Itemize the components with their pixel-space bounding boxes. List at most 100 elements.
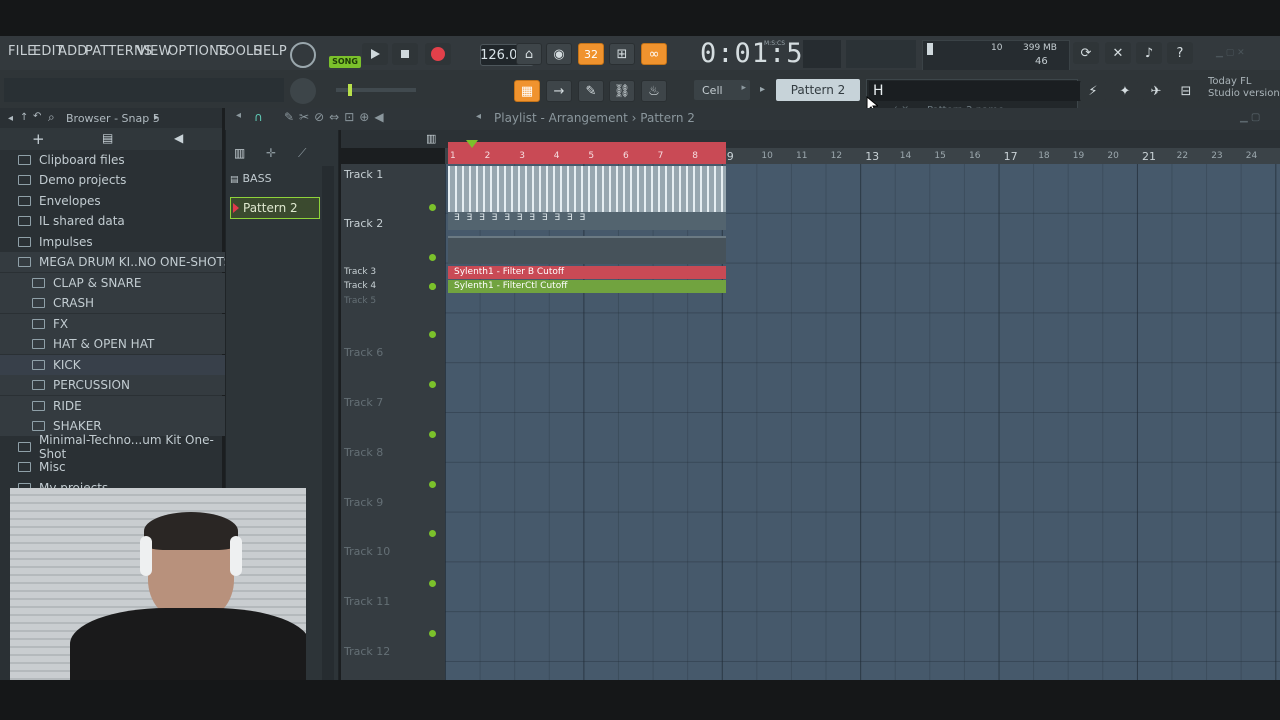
view-playlist-button[interactable]: ▦ [514, 80, 540, 102]
browser-item-minimal-techno[interactable]: Minimal-Techno...um Kit One-Shot [0, 433, 240, 461]
pattern-prev-icon[interactable]: ▸ [760, 80, 774, 100]
track-name[interactable]: Track 9 [344, 496, 383, 509]
picker-icon[interactable]: ▥ [234, 146, 245, 160]
plugin-picker-button[interactable]: ✕ [1105, 42, 1131, 64]
track-mute-led-icon[interactable] [429, 381, 436, 388]
view-mixer-button[interactable]: ⛓ [609, 80, 635, 102]
menu-view[interactable]: VIEW [137, 44, 172, 59]
master-volume-knob-icon[interactable] [290, 42, 316, 68]
song-mode-toggle[interactable]: SONG [329, 42, 361, 68]
shop-button[interactable]: ⊟ [1173, 80, 1199, 102]
track-name[interactable]: Track 2 [344, 217, 383, 230]
track-mute-led-icon[interactable] [429, 481, 436, 488]
slider-handle[interactable] [348, 84, 352, 96]
record-button[interactable] [425, 43, 451, 65]
playlist-arrow-icon[interactable]: ◂ [476, 111, 481, 122]
track-mute-led-icon[interactable] [429, 530, 436, 537]
file-icon[interactable]: ▤ [102, 131, 113, 145]
browser-item-envelopes[interactable]: Envelopes [0, 191, 240, 211]
track-name[interactable]: Track 4 [344, 281, 376, 291]
tools-button[interactable]: ✦ [1112, 80, 1138, 102]
arrow-up-icon[interactable]: ↑ [20, 112, 28, 123]
browser-item-hat-open-hat[interactable]: HAT & OPEN HAT [0, 334, 254, 354]
master-pitch-knob-icon[interactable] [290, 78, 316, 104]
fx-button[interactable]: ✈ [1143, 80, 1169, 102]
step-edit-button[interactable]: 32 [578, 43, 604, 65]
menu-add[interactable]: ADD [58, 44, 88, 59]
browser-item-il-shared-data[interactable]: IL shared data [0, 211, 240, 231]
view-piano-roll-button[interactable]: → [546, 80, 572, 102]
track-mute-led-icon[interactable] [429, 580, 436, 587]
clip-filter-b-automation[interactable]: Sylenth1 - Filter B Cutoff [448, 266, 726, 279]
track-mute-led-icon[interactable] [429, 204, 436, 211]
track-name[interactable]: Track 1 [344, 168, 383, 181]
track-name[interactable]: Track 8 [344, 446, 383, 459]
track-name[interactable]: Track 5 [344, 296, 376, 306]
track-name[interactable]: Track 11 [344, 595, 390, 608]
refresh-button[interactable]: ⟳ [1073, 42, 1099, 64]
window-controls[interactable]: ▁ ▢ ✕ [1216, 48, 1266, 58]
picker-pattern-2[interactable]: Pattern 2 [230, 197, 320, 219]
track-mute-led-icon[interactable] [429, 331, 436, 338]
picker-scrollbar[interactable] [322, 166, 334, 680]
browser-item-impulses[interactable]: Impulses [0, 232, 240, 252]
picker-pencil-icon[interactable]: ⟋ [298, 146, 306, 161]
playlist-window-controls[interactable]: ▁ ▢ [1240, 112, 1260, 123]
menu-file[interactable]: FILE [8, 44, 36, 59]
pattern-name-input[interactable] [869, 81, 1083, 101]
wait-input-button[interactable]: ◉ [546, 43, 572, 65]
browser-item-percussion[interactable]: PERCUSSION [0, 375, 254, 395]
browser-item-misc[interactable]: Misc [0, 457, 240, 477]
metronome-button[interactable]: ⌂ [516, 43, 542, 65]
browser-header: ◂ ↑ ↶ ⌕ Browser - Snap 5 ▸ [0, 110, 222, 128]
view-browser-button[interactable]: ♨ [641, 80, 667, 102]
track-name[interactable]: Track 6 [344, 346, 383, 359]
picker-group-bass[interactable]: ▤ BASS [230, 172, 318, 190]
pattern-selector[interactable]: Pattern 2 [776, 79, 860, 101]
record-audio-button[interactable]: ♪ [1136, 42, 1162, 64]
playlist-menu-icon[interactable]: ◂ [236, 110, 241, 121]
stop-button[interactable] [392, 43, 418, 65]
browser-item-fx[interactable]: FX [0, 314, 254, 334]
clip-filterctl-automation[interactable]: Sylenth1 - FilterCtl Cutoff [448, 280, 726, 293]
view-channel-rack-button[interactable]: ✎ [578, 80, 604, 102]
playlist-picker-toggle-icon[interactable]: ▥ [426, 132, 440, 146]
news-panel[interactable]: Today FL Studio version [1208, 76, 1280, 100]
clip-note-pattern[interactable]: ∃ ∃ ∃ ∃ ∃ ∃ ∃ ∃ ∃ ∃ ∃ [448, 212, 726, 230]
browser-item-crash[interactable]: CRASH [0, 293, 254, 313]
track-name[interactable]: Track 7 [344, 396, 383, 409]
undo-icon[interactable]: ↶ [33, 111, 41, 122]
clip-kick-pattern[interactable] [448, 166, 726, 212]
playhead-marker[interactable] [466, 140, 478, 148]
browser-item-mega-drum-kit[interactable]: MEGA DRUM KI..NO ONE-SHOTS [0, 252, 240, 272]
browser-item-demo-projects[interactable]: Demo projects [0, 170, 240, 190]
snap-selector[interactable]: Cell ▸ [694, 80, 750, 100]
overdub-button[interactable]: ⊞ [609, 43, 635, 65]
add-icon[interactable]: + [32, 130, 45, 148]
track-mute-led-icon[interactable] [429, 431, 436, 438]
browser-item-ride[interactable]: RIDE [0, 396, 254, 416]
speaker-icon[interactable]: ◀ [174, 131, 183, 145]
chevron-right-icon[interactable]: ▸ [154, 112, 159, 123]
track-mute-led-icon[interactable] [429, 283, 436, 290]
picker-add-icon[interactable]: ✛ [266, 146, 276, 160]
track-name[interactable]: Track 3 [344, 267, 376, 277]
loop-record-button[interactable]: ∞ [641, 43, 667, 65]
plugin-button[interactable]: ⚡ [1080, 80, 1106, 102]
track-mute-led-icon[interactable] [429, 630, 436, 637]
track-name[interactable]: Track 10 [344, 545, 390, 558]
browser-item-clap-snare[interactable]: CLAP & SNARE [0, 273, 254, 293]
track-mute-led-icon[interactable] [429, 254, 436, 261]
menu-help[interactable]: HELP [253, 44, 287, 59]
browser-item-kick[interactable]: KICK [0, 355, 254, 375]
magnet-icon[interactable]: ∩ [254, 110, 263, 124]
search-icon[interactable]: ⌕ [48, 110, 55, 125]
track-name[interactable]: Track 12 [344, 645, 390, 658]
help-button[interactable]: ? [1167, 42, 1193, 64]
clip-bass-pattern[interactable] [448, 236, 726, 264]
master-pitch-slider[interactable] [336, 84, 416, 96]
collapse-icon[interactable]: ◂ [8, 113, 13, 124]
play-button[interactable] [362, 43, 388, 65]
playlist-tools-icon[interactable]: ✎✂⊘⇔⊡⊕◀ [284, 110, 389, 124]
browser-item-clipboard-files[interactable]: Clipboard files [0, 150, 240, 170]
